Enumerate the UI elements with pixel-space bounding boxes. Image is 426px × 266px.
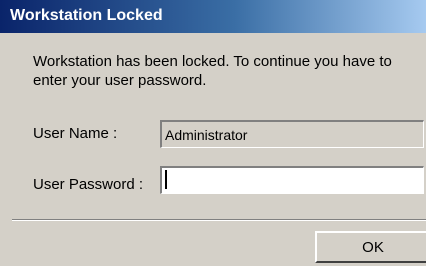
separator-line [12, 219, 426, 221]
window-title: Workstation Locked [10, 7, 163, 24]
workstation-locked-dialog: Workstation Locked Workstation has been … [0, 0, 426, 266]
lock-message: Workstation has been locked. To continue… [33, 53, 392, 89]
user-name-label: User Name : [33, 125, 118, 142]
text-cursor [165, 170, 167, 189]
user-password-field[interactable] [160, 166, 424, 194]
user-name-field [160, 120, 424, 148]
user-password-label: User Password : [33, 176, 144, 193]
ok-button[interactable]: OK [315, 231, 426, 263]
title-bar: Workstation Locked [0, 0, 426, 33]
